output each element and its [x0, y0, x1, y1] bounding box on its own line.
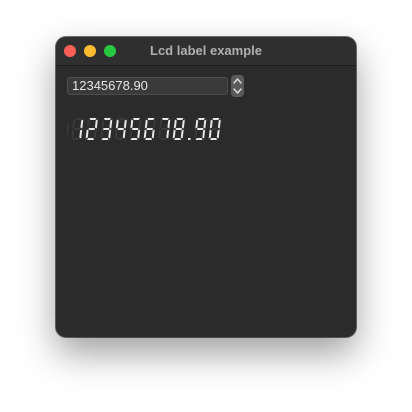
lcd-segment-e: [208, 129, 212, 139]
lcd-segment-d: [72, 138, 80, 140]
window-content: 12345678.90: [56, 66, 356, 337]
lcd-segment-a: [133, 118, 140, 120]
lcd-segment-a: [198, 118, 205, 120]
lcd-segment-d: [210, 138, 217, 140]
lcd-segment-d: [87, 138, 94, 140]
lcd-segment-b: [123, 119, 127, 129]
lcd-segment-g: [117, 128, 125, 130]
lcd-digit-2: [85, 118, 98, 140]
lcd-segment-g: [131, 128, 139, 130]
lcd-segment-e: [100, 129, 104, 139]
lcd-segment-a: [147, 118, 155, 120]
lcd-segment-c: [202, 129, 206, 139]
lcd-segment-a: [75, 118, 82, 120]
lcd-digit-0: [208, 118, 221, 140]
lcd-segment-b: [138, 119, 142, 129]
lcd-segment-f: [72, 119, 76, 129]
lcd-segment-d: [174, 138, 181, 140]
lcd-segment-g: [175, 128, 183, 130]
lcd-segment-e: [85, 129, 89, 139]
lcd-segment-e: [114, 129, 118, 139]
lcd-segment-b: [217, 119, 221, 129]
lcd-unused-cell: [67, 123, 69, 135]
lcd-segment-b: [167, 119, 171, 129]
lcd-segment-f: [86, 119, 90, 129]
lcd-segment-f: [159, 119, 163, 129]
lcd-segment-f: [144, 119, 148, 129]
title-bar[interactable]: Lcd label example: [56, 37, 356, 66]
lcd-segment-b: [203, 119, 207, 129]
lcd-segment-c: [122, 129, 126, 139]
lcd-digit-1: [71, 118, 84, 140]
lcd-segment-e: [172, 129, 176, 139]
lcd-number-display: [67, 114, 222, 144]
lcd-segment-e: [143, 129, 147, 139]
lcd-segment-a: [104, 118, 111, 120]
lcd-digit-3: [100, 118, 113, 140]
lcd-segment-a: [176, 118, 184, 120]
window-title: Lcd label example: [150, 43, 262, 58]
lcd-segment-c: [151, 129, 155, 139]
lcd-segment-a: [89, 118, 97, 120]
lcd-digit-6: [143, 118, 156, 140]
lcd-segment-e: [129, 129, 133, 139]
lcd-segment-c: [166, 129, 170, 139]
lcd-segment-c: [108, 129, 112, 139]
lcd-segment-f: [101, 119, 105, 129]
lcd-segment-e: [158, 129, 162, 139]
lcd-segment-b: [152, 119, 156, 129]
lcd-segment-d: [101, 138, 109, 140]
lcd-segment-b: [80, 119, 84, 129]
lcd-digit-8: [172, 118, 185, 140]
lcd-segment-f: [130, 119, 134, 129]
number-spinbox[interactable]: 12345678.90: [67, 77, 228, 95]
lcd-segment-d: [130, 138, 138, 140]
lcd-segment-f: [209, 119, 213, 129]
lcd-segment-c: [93, 129, 97, 139]
spinbox-stepper[interactable]: [231, 75, 244, 97]
lcd-segment-e: [71, 129, 75, 139]
lcd-digit-9: [194, 118, 207, 140]
lcd-segment-d: [159, 138, 167, 140]
lcd-segment-f: [195, 119, 199, 129]
chevron-up-icon: [233, 78, 242, 84]
lcd-segment-a: [162, 118, 169, 120]
lcd-segment-a: [118, 118, 126, 120]
lcd-segment-g: [211, 128, 219, 130]
lcd-digit-7: [158, 118, 171, 140]
lcd-segment-f: [173, 119, 177, 129]
increment-button[interactable]: [231, 75, 244, 86]
chevron-down-icon: [233, 88, 242, 94]
lcd-segment-g: [88, 128, 96, 130]
lcd-segment-a: [212, 118, 220, 120]
lcd-segment-b: [181, 119, 185, 129]
lcd-segment-g: [73, 128, 81, 130]
lcd-segment-g: [102, 128, 110, 130]
lcd-digit-4: [114, 118, 127, 140]
lcd-segment-c: [180, 129, 184, 139]
lcd-segment-g: [160, 128, 168, 130]
lcd-segment-g: [146, 128, 154, 130]
decrement-button[interactable]: [231, 86, 244, 97]
lcd-decimal-point: [188, 138, 191, 140]
lcd-segment-e: [194, 129, 198, 139]
app-window: Lcd label example 12345678.90: [56, 37, 356, 337]
lcd-segment-d: [116, 138, 123, 140]
lcd-segment-b: [94, 119, 98, 129]
lcd-segment-f: [115, 119, 119, 129]
lcd-segment-c: [216, 129, 220, 139]
spinbox-value[interactable]: 12345678.90: [72, 78, 148, 94]
lcd-segment-g: [196, 128, 204, 130]
lcd-segment-c: [137, 129, 141, 139]
lcd-digit-5: [129, 118, 142, 140]
lcd-segment-b: [109, 119, 113, 129]
lcd-digits: [67, 118, 221, 140]
lcd-segment-d: [145, 138, 152, 140]
lcd-segment-c: [79, 129, 83, 139]
lcd-segment-d: [195, 138, 203, 140]
